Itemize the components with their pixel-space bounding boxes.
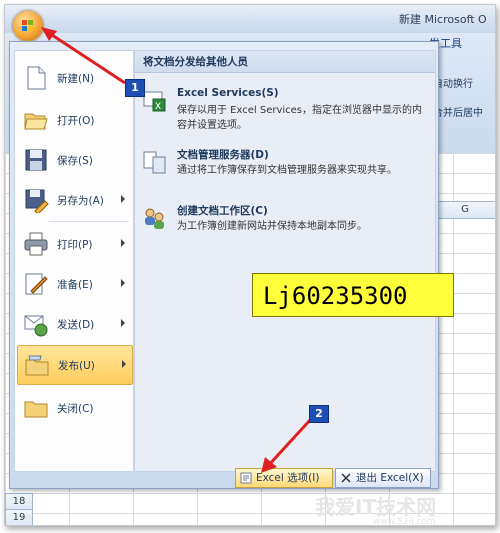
annotation-badge-2: 2 — [309, 405, 329, 423]
arrow-2 — [265, 417, 313, 469]
annotation-badge-1: 1 — [125, 79, 145, 97]
arrow-1 — [48, 31, 126, 85]
watermark: 我爱IT技术网 — [315, 495, 437, 519]
annotation-arrows — [41, 27, 313, 473]
excel-window: 新建 Microsoft O 发工具 自动换行 合并后居中 G 18 19 新建… — [4, 4, 496, 526]
watermark-url: www.52ij.com — [373, 517, 436, 526]
arrow-1-head — [41, 27, 57, 41]
code-label: Lj60235300 — [252, 273, 454, 317]
